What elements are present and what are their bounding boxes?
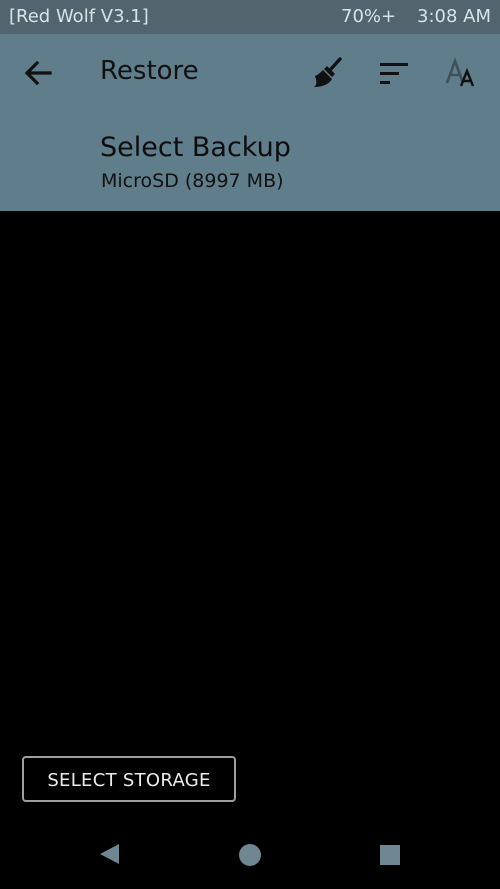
backup-list	[0, 211, 500, 756]
navigation-bar	[0, 820, 500, 889]
sort-button[interactable]	[374, 53, 414, 93]
sort-icon	[380, 63, 408, 84]
broom-icon	[314, 57, 342, 87]
home-circle-icon	[239, 844, 261, 866]
recents-square-icon	[380, 845, 400, 865]
page-title: Restore	[100, 56, 199, 86]
nav-home-button[interactable]	[230, 834, 270, 874]
nav-back-button[interactable]	[90, 834, 130, 874]
clean-button[interactable]	[307, 53, 347, 93]
storage-info: MicroSD (8997 MB)	[101, 170, 284, 192]
section-heading: Select Backup	[100, 132, 291, 163]
clock: 3:08 AM	[417, 6, 491, 27]
nav-recents-button[interactable]	[370, 834, 410, 874]
toolbar: Restore	[0, 34, 500, 112]
status-bar-title: [Red Wolf V3.1]	[9, 6, 149, 27]
back-button[interactable]	[18, 53, 58, 93]
subheader: Select Backup MicroSD (8997 MB)	[0, 112, 500, 211]
battery-indicator: 70%+	[341, 6, 397, 27]
status-bar: [Red Wolf V3.1] 70%+ 3:08 AM	[0, 0, 500, 34]
font-size-icon	[445, 57, 475, 87]
back-arrow-icon	[24, 60, 52, 86]
font-size-button[interactable]	[441, 53, 481, 93]
back-triangle-icon	[100, 844, 119, 864]
select-storage-button[interactable]: SELECT STORAGE	[22, 756, 236, 802]
